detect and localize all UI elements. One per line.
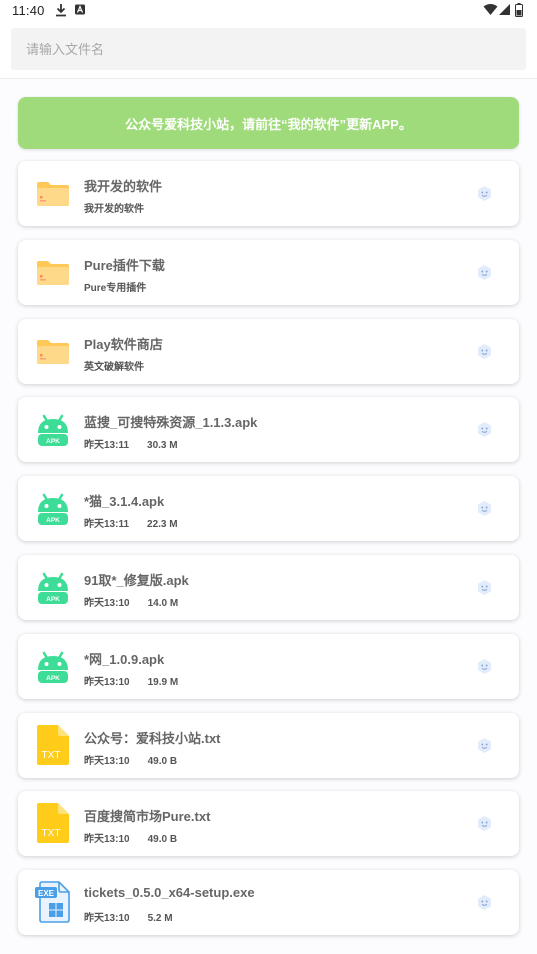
more-options-icon[interactable] <box>476 894 493 911</box>
more-options-icon[interactable] <box>476 185 493 202</box>
file-name: 我开发的软件 <box>84 179 163 194</box>
folder-icon <box>34 254 72 292</box>
file-date: 昨天13:10 <box>84 913 130 924</box>
file-meta: 昨天13:11 22.3 M <box>84 515 178 530</box>
svg-text:APK: APK <box>46 675 60 682</box>
more-options-icon[interactable] <box>476 343 493 360</box>
file-description: 英文破解软件 <box>84 362 144 373</box>
file-date: 昨天13:11 <box>84 440 130 451</box>
file-list-item[interactable]: 我开发的软件 我开发的软件 <box>18 161 519 226</box>
svg-text:TXT: TXT <box>42 828 61 839</box>
file-meta: 昨天13:10 49.0 B <box>84 752 177 767</box>
more-options-icon[interactable] <box>476 658 493 675</box>
file-meta: 昨天13:10 14.0 M <box>84 594 178 609</box>
folder-icon <box>34 175 72 213</box>
svg-text:APK: APK <box>46 517 60 524</box>
svg-text:EXE: EXE <box>38 889 55 898</box>
txt-file-icon: TXT <box>34 724 72 765</box>
wifi-icon <box>483 4 498 15</box>
file-size: 14.0 M <box>147 598 179 609</box>
file-list-item[interactable]: APK *网_1.0.9.apk 昨天13:10 19.9 M <box>18 634 519 699</box>
file-meta: 昨天13:10 49.0 B <box>84 830 177 845</box>
file-meta: 昨天13:10 5.2 M <box>84 909 173 924</box>
more-options-icon[interactable] <box>476 500 493 517</box>
file-list-item[interactable]: Pure插件下载 Pure专用插件 <box>18 240 519 305</box>
file-description: Pure专用插件 <box>84 283 147 294</box>
app-notification-icon <box>75 4 85 15</box>
more-options-icon[interactable] <box>476 264 493 281</box>
svg-text:APK: APK <box>46 438 60 445</box>
battery-icon <box>515 3 523 17</box>
android-apk-icon: APK <box>34 569 72 607</box>
file-list-item[interactable]: TXT 百度搜简市场Pure.txt 昨天13:10 49.0 B <box>18 791 519 856</box>
status-bar: 11:40 <box>0 0 537 22</box>
more-options-icon[interactable] <box>476 421 493 438</box>
file-name: 百度搜简市场Pure.txt <box>84 809 211 824</box>
file-list-item[interactable]: TXT 公众号：爱科技小站.txt 昨天13:10 49.0 B <box>18 713 519 778</box>
file-size: 30.3 M <box>147 440 178 451</box>
file-meta: 英文破解软件 <box>84 358 144 373</box>
update-notice-banner[interactable]: 公众号爱科技小站，请前往“我的软件”更新APP。 <box>18 97 519 149</box>
file-date: 昨天13:10 <box>84 756 130 767</box>
file-description: 我开发的软件 <box>84 204 144 215</box>
file-list-item[interactable]: EXE tickets_0.5.0_x64-setup.exe 昨天13:10 5.… <box>18 870 519 935</box>
android-apk-icon: APK <box>34 411 72 449</box>
file-name: tickets_0.5.0_x64-setup.exe <box>84 885 255 900</box>
folder-icon <box>34 333 72 371</box>
file-list-item[interactable]: APK *猫_3.1.4.apk 昨天13:11 22.3 M <box>18 476 519 541</box>
txt-file-icon: TXT <box>34 802 72 843</box>
file-date: 昨天13:11 <box>84 519 130 530</box>
exe-file-icon: EXE <box>34 881 72 923</box>
file-meta: 昨天13:11 30.3 M <box>84 436 178 451</box>
file-meta: 我开发的软件 <box>84 200 144 215</box>
banner-text: 公众号爱科技小站，请前往“我的软件”更新APP。 <box>125 116 412 132</box>
file-name: 公众号：爱科技小站.txt <box>84 731 221 746</box>
file-name: Play软件商店 <box>84 337 163 352</box>
file-size: 5.2 M <box>147 913 173 924</box>
status-time: 11:40 <box>12 3 45 18</box>
signal-icon <box>499 4 510 15</box>
file-name: *网_1.0.9.apk <box>84 652 165 667</box>
file-date: 昨天13:10 <box>84 834 130 845</box>
search-input[interactable] <box>11 28 526 70</box>
android-apk-icon: APK <box>34 648 72 686</box>
file-date: 昨天13:10 <box>84 677 130 688</box>
file-date: 昨天13:10 <box>84 598 130 609</box>
file-name: Pure插件下载 <box>84 258 165 273</box>
svg-text:APK: APK <box>46 596 60 603</box>
file-list-item[interactable]: APK 91取*_修复版.apk 昨天13:10 14.0 M <box>18 555 519 620</box>
file-list-item[interactable]: Play软件商店英文破解软件 <box>18 319 519 384</box>
file-size: 22.3 M <box>147 519 178 530</box>
file-name: 91取*_修复版.apk <box>84 573 189 588</box>
file-meta: 昨天13:10 19.9 M <box>84 673 178 688</box>
file-name: *猫_3.1.4.apk <box>84 494 165 509</box>
more-options-icon[interactable] <box>476 815 493 832</box>
file-size: 19.9 M <box>147 677 179 688</box>
android-apk-icon: APK <box>34 490 72 528</box>
search-bar <box>0 22 537 79</box>
more-options-icon[interactable] <box>476 579 493 596</box>
file-list-item[interactable]: APK 蓝搜_可搜特殊资源_1.1.3.apk 昨天13:11 30.3 M <box>18 397 519 462</box>
file-size: 49.0 B <box>147 834 178 845</box>
more-options-icon[interactable] <box>476 737 493 754</box>
download-icon <box>56 4 66 17</box>
file-size: 49.0 B <box>147 756 178 767</box>
svg-text:TXT: TXT <box>42 750 61 761</box>
file-name: 蓝搜_可搜特殊资源_1.1.3.apk <box>84 415 258 430</box>
file-meta: Pure专用插件 <box>84 279 146 294</box>
